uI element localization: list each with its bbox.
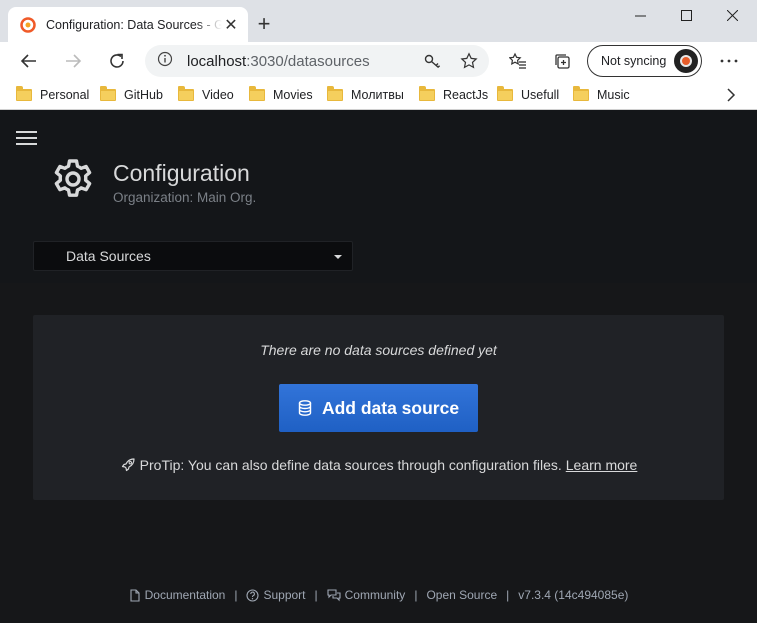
browser-titlebar: Configuration: Data Sources - Grafana ✕ … [0, 0, 757, 42]
caret-down-icon [334, 255, 342, 259]
browser-tab[interactable]: Configuration: Data Sources - Grafana ✕ [8, 7, 248, 42]
add-button-label: Add data source [321, 397, 460, 418]
comments-icon [327, 588, 341, 601]
close-window-icon[interactable] [709, 0, 755, 30]
url-host: localhost [187, 52, 247, 70]
database-icon [298, 400, 312, 416]
empty-list-card: There are no data sources defined yet Ad… [33, 315, 724, 500]
bookmark-folder[interactable]: ReactJs [419, 85, 488, 105]
section-select-value: Data Sources [66, 248, 151, 264]
bookmark-label: Usefull [521, 88, 560, 102]
empty-message: There are no data sources defined yet [260, 342, 497, 358]
bookmark-folder[interactable]: GitHub [100, 85, 163, 105]
forward-icon[interactable] [58, 46, 88, 76]
chevron-right-icon[interactable] [723, 87, 739, 103]
bookmark-label: Personal [40, 88, 90, 102]
question-circle-icon [246, 588, 260, 602]
bookmarks-bar: Personal GitHub Video Movies Молитвы Rea… [0, 80, 757, 110]
bookmark-label: Movies [273, 88, 313, 102]
bookmark-folder[interactable]: Usefull [497, 85, 559, 105]
sync-label: Not syncing [601, 54, 667, 68]
favorite-star-icon[interactable] [460, 52, 478, 75]
footer-documentation-label: Documentation [144, 588, 226, 602]
footer-open-source-label: Open Source [426, 588, 498, 602]
add-data-source-button[interactable]: Add data source [279, 384, 478, 432]
organization-subtitle: Organization: Main Org. [113, 190, 257, 205]
footer-version: v7.3.4 (14c494085e) [518, 588, 628, 602]
protip-text: ProTip: You can also define data sources… [139, 457, 562, 473]
browser-toolbar: localhost:3030/datasources Not syncing [0, 42, 757, 80]
rocket-icon [121, 458, 135, 472]
menu-hamburger-icon[interactable] [16, 131, 37, 145]
document-icon [130, 588, 140, 602]
footer-separator: | [234, 588, 238, 602]
bookmark-label: Молитвы [351, 88, 404, 102]
bookmark-label: Music [597, 88, 630, 102]
collections-icon[interactable] [547, 46, 577, 76]
footer-documentation-link[interactable]: Documentation [129, 588, 226, 602]
footer-support-link[interactable]: Support [246, 588, 306, 602]
new-tab-icon[interactable]: + [253, 13, 275, 35]
folder-icon [249, 86, 265, 101]
profile-avatar [674, 49, 698, 73]
reload-icon[interactable] [102, 46, 132, 76]
bookmark-folder[interactable]: Movies [249, 85, 313, 105]
minimize-icon[interactable] [617, 0, 663, 30]
learn-more-link[interactable]: Learn more [566, 457, 638, 473]
info-icon[interactable] [157, 51, 173, 72]
footer-open-source-link[interactable]: Open Source [426, 588, 497, 602]
page-title: Configuration [113, 160, 250, 186]
footer-separator: | [506, 588, 510, 602]
bookmark-label: Video [202, 88, 234, 102]
folder-icon [178, 86, 194, 101]
url-path: :3030/datasources [246, 52, 370, 70]
footer-support-label: Support [263, 588, 306, 602]
page-header: Configuration Organization: Main Org. Da… [0, 110, 757, 283]
maximize-icon[interactable] [663, 0, 709, 30]
url-text: localhost:3030/datasources [187, 53, 370, 70]
profile-sync-button[interactable]: Not syncing [587, 45, 702, 77]
page-body: There are no data sources defined yet Ad… [0, 283, 757, 623]
bookmark-folder[interactable]: Молитвы [327, 85, 404, 105]
folder-icon [327, 86, 343, 101]
footer-separator: | [414, 588, 418, 602]
bookmark-folder[interactable]: Personal [16, 85, 89, 105]
bookmark-folder[interactable]: Music [573, 85, 630, 105]
key-icon[interactable] [424, 53, 442, 74]
address-bar[interactable]: localhost:3030/datasources [145, 45, 489, 77]
back-icon[interactable] [14, 46, 44, 76]
folder-icon [16, 86, 32, 101]
footer-community-label: Community [344, 588, 406, 602]
bookmark-label: ReactJs [443, 88, 489, 102]
bookmark-folder[interactable]: Video [178, 85, 234, 105]
more-menu-icon[interactable] [714, 46, 744, 76]
footer-version-label: v7.3.4 (14c494085e) [518, 588, 629, 602]
folder-icon [100, 86, 116, 101]
footer: Documentation | Support | Community | Op… [0, 588, 757, 602]
tab-title: Configuration: Data Sources - Grafana [46, 17, 222, 32]
folder-icon [573, 86, 589, 101]
footer-separator: | [314, 588, 318, 602]
tab-close-icon[interactable]: ✕ [222, 16, 240, 34]
section-select[interactable]: Data Sources [33, 241, 353, 271]
protip: ProTip: You can also define data sources… [33, 457, 724, 473]
bookmark-label: GitHub [124, 88, 163, 102]
favorites-icon[interactable] [503, 46, 533, 76]
cog-icon [51, 157, 95, 201]
grafana-favicon-icon [20, 16, 36, 33]
footer-community-link[interactable]: Community [327, 588, 406, 602]
folder-icon [419, 86, 435, 101]
folder-icon [497, 86, 513, 101]
